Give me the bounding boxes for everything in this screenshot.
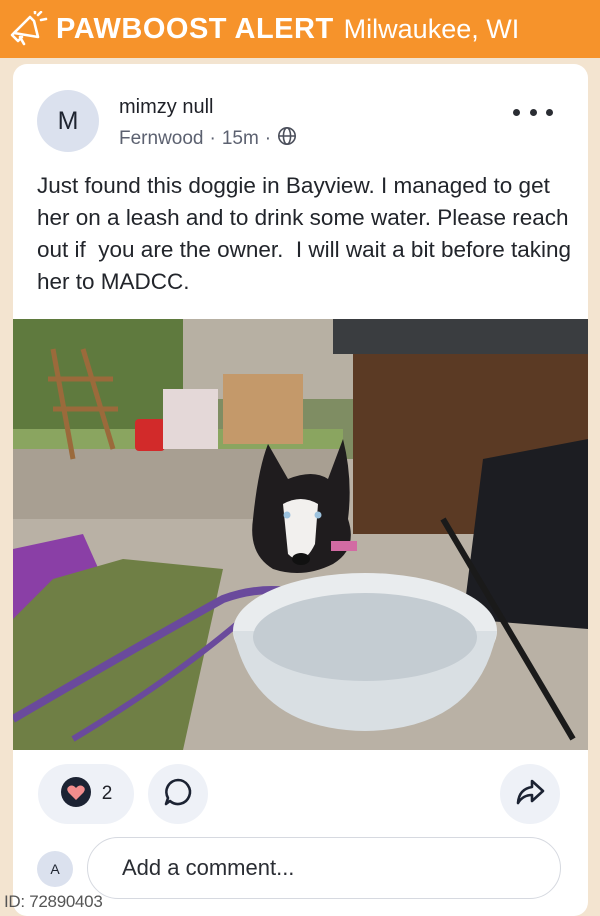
commenter-avatar: A xyxy=(37,851,73,887)
alert-header: PAWBOOST ALERT Milwaukee, WI xyxy=(0,0,600,58)
post-time: 15m xyxy=(221,128,259,149)
post-photo[interactable] xyxy=(13,319,588,750)
globe-icon xyxy=(277,126,297,152)
post-card: M mimzy null Fernwood · 15m · Just found… xyxy=(13,64,588,916)
heart-icon xyxy=(60,776,92,813)
like-button[interactable]: 2 xyxy=(38,764,134,824)
header-location: Milwaukee, WI xyxy=(343,13,520,44)
meta-separator: · xyxy=(264,128,272,149)
meta-separator: · xyxy=(209,128,216,149)
share-arrow-icon xyxy=(515,777,545,812)
post-author[interactable]: mimzy null xyxy=(119,96,213,119)
more-options-icon[interactable] xyxy=(513,102,553,122)
like-count: 2 xyxy=(101,783,113,804)
comment-row: A Add a comment... xyxy=(37,837,567,903)
comment-button[interactable] xyxy=(148,764,208,824)
post-text: Just found this doggie in Bayview. I man… xyxy=(37,173,578,294)
comment-input[interactable]: Add a comment... xyxy=(87,837,561,899)
brand-title: PAWBOOST ALERT xyxy=(56,12,334,45)
listing-id: ID: 72890403 xyxy=(4,892,103,911)
avatar[interactable]: M xyxy=(37,90,99,152)
post-location: Fernwood xyxy=(119,128,204,149)
post-meta: Fernwood · 15m · xyxy=(119,126,297,152)
megaphone-icon xyxy=(8,9,52,49)
comment-bubble-icon xyxy=(163,777,193,812)
share-button[interactable] xyxy=(500,764,560,824)
